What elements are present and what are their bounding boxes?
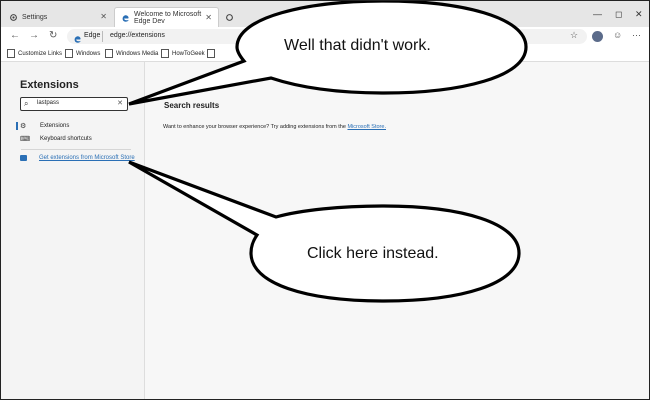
callout-text-bottom: Click here instead. — [307, 245, 439, 262]
callout-text-top: Well that didn't work. — [284, 37, 431, 54]
browser-window: Settings ✕ Welcome to Microsoft Edge Dev… — [0, 0, 650, 400]
callout-shapes — [128, 1, 528, 303]
callout-layer: Well that didn't work. Click here instea… — [1, 1, 649, 399]
callout-bubble-bottom — [128, 160, 521, 303]
